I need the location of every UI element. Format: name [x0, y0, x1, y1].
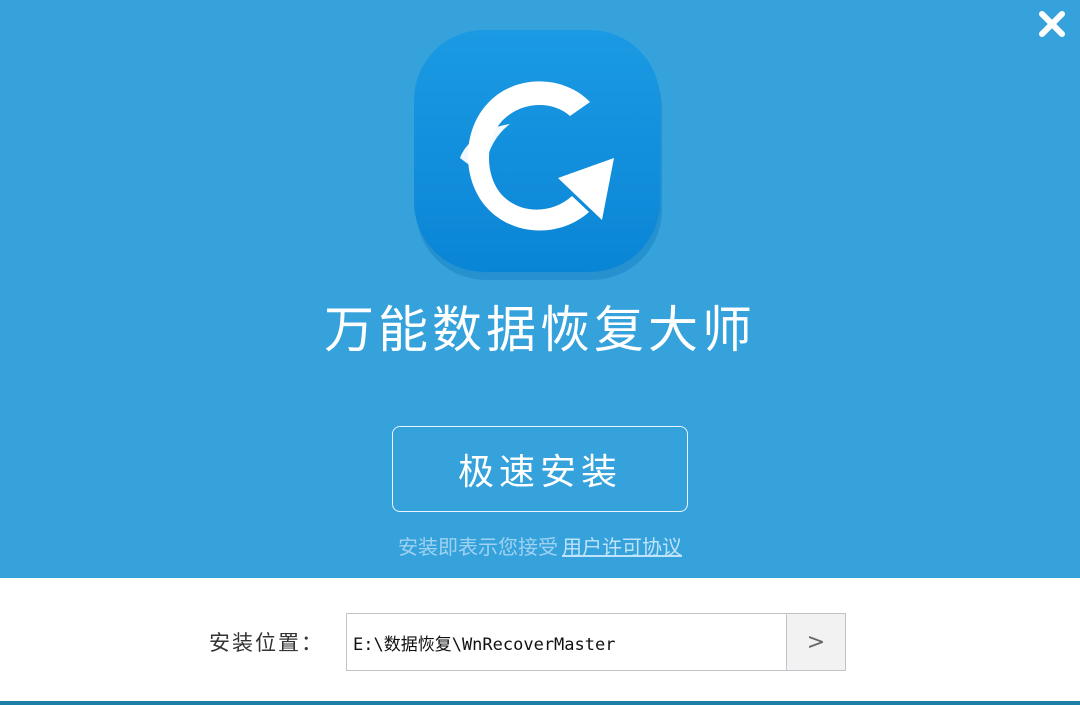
app-logo	[414, 30, 664, 282]
close-button[interactable]	[1034, 6, 1070, 42]
close-icon	[1039, 11, 1065, 37]
license-agreement-line: 安装即表示您接受 用户许可协议	[0, 530, 1080, 564]
browse-button[interactable]: >	[786, 613, 846, 671]
quick-install-button[interactable]: 极速安装	[392, 426, 688, 512]
install-location-label: 安装位置：	[209, 631, 324, 655]
header-panel: 万能数据恢复大师 极速安装 安装即表示您接受 用户许可协议	[0, 0, 1080, 578]
agreement-text: 安装即表示您接受	[398, 535, 558, 559]
license-link[interactable]: 用户许可协议	[562, 535, 682, 559]
app-title: 万能数据恢复大师	[324, 301, 756, 359]
install-path-input[interactable]	[346, 613, 786, 671]
refresh-recovery-icon	[414, 30, 662, 280]
bottom-divider	[0, 701, 1080, 705]
